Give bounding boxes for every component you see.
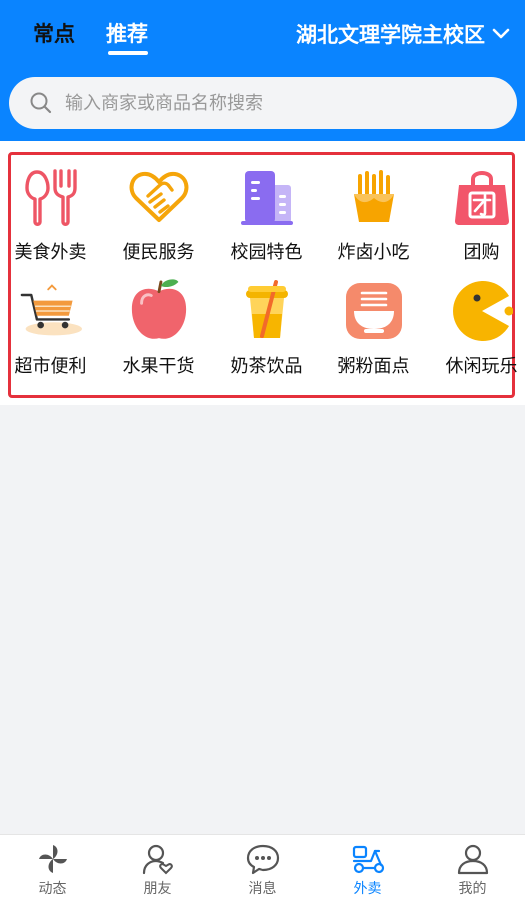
category-leisure[interactable]: 休闲玩乐 bbox=[429, 280, 525, 378]
top-header: 常点 推荐 湖北文理学院主校区 bbox=[0, 0, 525, 141]
pinwheel-icon bbox=[38, 845, 67, 873]
profile-icon bbox=[457, 844, 488, 875]
search-icon bbox=[30, 92, 52, 114]
chevron-down-icon bbox=[492, 28, 510, 39]
category-label: 水果干货 bbox=[122, 356, 195, 377]
category-label: 粥粉面点 bbox=[337, 356, 410, 377]
shopping-cart-icon bbox=[20, 280, 82, 342]
noodle-bowl-icon bbox=[343, 280, 405, 342]
campus-selector[interactable]: 湖北文理学院主校区 bbox=[296, 19, 511, 49]
pacman-icon bbox=[451, 280, 513, 342]
category-label: 休闲玩乐 bbox=[445, 356, 518, 377]
fork-knife-icon bbox=[20, 166, 82, 228]
search-input[interactable] bbox=[65, 92, 485, 114]
scooter-icon bbox=[352, 845, 384, 874]
category-campus-specialty[interactable]: 校园特色 bbox=[214, 166, 319, 264]
category-milk-tea[interactable]: 奶茶饮品 bbox=[214, 280, 319, 378]
friend-icon bbox=[142, 844, 173, 875]
tab-common[interactable]: 常点 bbox=[33, 18, 75, 48]
nav-label: 消息 bbox=[248, 881, 277, 897]
category-label: 奶茶饮品 bbox=[230, 356, 303, 377]
category-supermarket[interactable]: 超市便利 bbox=[0, 280, 103, 378]
category-food-delivery[interactable]: 美食外卖 bbox=[0, 166, 103, 264]
tab-recommend[interactable]: 推荐 bbox=[106, 18, 148, 48]
category-label: 超市便利 bbox=[14, 356, 87, 377]
bottom-nav: 动态 朋友 消息 外卖 我的 bbox=[0, 834, 525, 905]
nav-messages[interactable]: 消息 bbox=[210, 835, 315, 905]
search-bar[interactable] bbox=[9, 77, 517, 129]
group-buy-bag-icon bbox=[451, 166, 513, 228]
nav-profile[interactable]: 我的 bbox=[420, 835, 525, 905]
apple-icon bbox=[128, 279, 190, 342]
heart-handshake-icon bbox=[128, 166, 190, 228]
building-icon bbox=[236, 166, 298, 228]
nav-label: 动态 bbox=[38, 881, 67, 897]
nav-label: 我的 bbox=[458, 881, 487, 897]
category-noodles[interactable]: 粥粉面点 bbox=[321, 280, 426, 378]
category-label: 美食外卖 bbox=[14, 242, 87, 263]
chat-bubble-icon bbox=[246, 844, 279, 875]
category-fried-snacks[interactable]: 炸卤小吃 bbox=[321, 166, 426, 264]
fries-icon bbox=[343, 166, 405, 228]
category-label: 炸卤小吃 bbox=[337, 242, 410, 263]
category-fruit[interactable]: 水果干货 bbox=[106, 279, 211, 378]
category-convenience-services[interactable]: 便民服务 bbox=[106, 166, 211, 264]
active-tab-indicator bbox=[108, 51, 148, 55]
nav-label: 朋友 bbox=[143, 881, 172, 897]
nav-label: 外卖 bbox=[353, 881, 382, 897]
nav-friends[interactable]: 朋友 bbox=[105, 835, 210, 905]
campus-name: 湖北文理学院主校区 bbox=[296, 23, 485, 47]
category-group-buy[interactable]: 团购 bbox=[429, 166, 525, 264]
category-label: 便民服务 bbox=[122, 242, 195, 263]
category-label: 团购 bbox=[463, 242, 500, 263]
nav-takeout[interactable]: 外卖 bbox=[315, 835, 420, 905]
category-label: 校园特色 bbox=[230, 242, 303, 263]
nav-moments[interactable]: 动态 bbox=[0, 835, 105, 905]
category-panel: 美食外卖 便民服务 校园特色 炸卤小吃 团购 超市便利 水果干货 奶茶饮品 粥粉… bbox=[0, 141, 525, 405]
milk-tea-icon bbox=[236, 280, 298, 342]
